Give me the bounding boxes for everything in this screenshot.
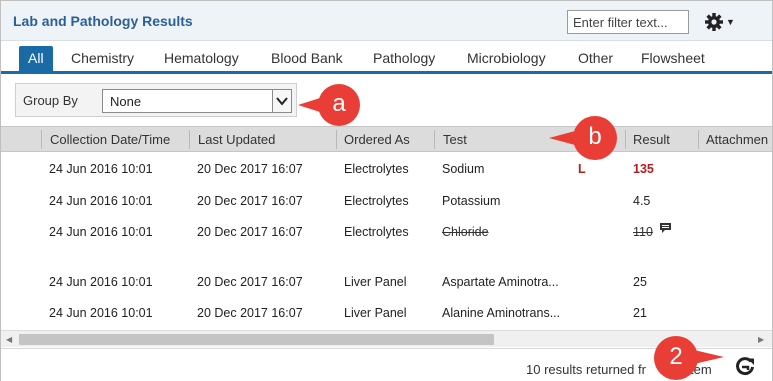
cell-collection: 24 Jun 2016 10:01 <box>49 225 153 239</box>
cell-ordered-as: Electrolytes <box>344 225 409 239</box>
cell-collection: 24 Jun 2016 10:01 <box>49 306 153 320</box>
column-divider <box>189 130 190 149</box>
cell-test: Chloride <box>442 225 489 239</box>
callout-label: 2 <box>669 343 683 370</box>
filter-input[interactable] <box>567 10 689 34</box>
tab-pathology[interactable]: Pathology <box>373 50 435 66</box>
group-by-select[interactable]: None <box>102 89 292 113</box>
group-by-value: None <box>110 94 142 109</box>
abnormal-flag: L <box>578 162 586 176</box>
panel-title: Lab and Pathology Results <box>13 13 193 29</box>
group-by-label: Group By <box>23 93 78 108</box>
cell-result: 21 <box>633 306 647 320</box>
table-row[interactable]: 24 Jun 2016 10:01 20 Dec 2017 16:07 Elec… <box>1 216 772 264</box>
cell-ordered-as: Liver Panel <box>344 306 407 320</box>
callout-pointer <box>298 98 320 112</box>
callout-pointer <box>549 131 575 145</box>
column-attachments[interactable]: Attachmen <box>706 132 768 147</box>
tab-other[interactable]: Other <box>578 50 613 66</box>
column-result[interactable]: Result <box>633 132 670 147</box>
tab-all[interactable]: All <box>19 46 53 71</box>
scrollbar-thumb[interactable] <box>19 334 494 345</box>
cell-collection: 24 Jun 2016 10:01 <box>49 162 153 176</box>
cell-result: 110 <box>633 225 653 239</box>
column-divider <box>698 130 699 149</box>
callout-a: a <box>298 84 360 126</box>
tab-blood-bank[interactable]: Blood Bank <box>271 50 343 66</box>
tab-microbiology[interactable]: Microbiology <box>467 50 546 66</box>
lab-results-panel: Lab and Pathology Results Enter filter t… <box>0 0 773 381</box>
table-row[interactable]: 24 Jun 2016 10:01 20 Dec 2017 16:07 Elec… <box>1 153 772 185</box>
cell-updated: 20 Dec 2017 16:07 <box>197 275 303 289</box>
cell-updated: 20 Dec 2017 16:07 <box>197 225 303 239</box>
results-table-header: Collection Date/Time Last Updated Ordere… <box>1 126 772 152</box>
tab-flowsheet[interactable]: Flowsheet <box>641 50 705 66</box>
cell-ordered-as: Liver Panel <box>344 275 407 289</box>
caret-down-icon: ▼ <box>726 17 735 27</box>
column-divider <box>336 130 337 149</box>
column-test[interactable]: Test <box>443 132 467 147</box>
tab-hematology[interactable]: Hematology <box>164 50 239 66</box>
group-by-bar: Group By None <box>1 77 772 123</box>
category-tabs: All Chemistry Hematology Blood Bank Path… <box>1 42 772 74</box>
cell-test: Aspartate Aminotra... <box>442 275 559 289</box>
table-row[interactable]: 24 Jun 2016 10:01 20 Dec 2017 16:07 Live… <box>1 266 772 298</box>
column-divider <box>434 130 435 149</box>
cell-test: Potassium <box>442 194 501 208</box>
panel-header: Lab and Pathology Results Enter filter t… <box>1 1 772 41</box>
callout-label: a <box>332 90 346 117</box>
cell-ordered-as: Electrolytes <box>344 162 409 176</box>
column-last-updated[interactable]: Last Updated <box>198 132 275 147</box>
cell-test: Sodium <box>442 162 485 176</box>
cell-collection: 24 Jun 2016 10:01 <box>49 275 153 289</box>
cell-updated: 20 Dec 2017 16:07 <box>197 194 303 208</box>
column-divider <box>41 130 42 149</box>
cell-result: 4.5 <box>633 194 651 208</box>
scroll-right-icon[interactable]: ▶ <box>758 335 764 344</box>
gear-icon <box>704 12 724 32</box>
cell-updated: 20 Dec 2017 16:07 <box>197 306 303 320</box>
results-status: 10 results returned fr <box>526 362 646 377</box>
column-ordered-as[interactable]: Ordered As <box>344 132 410 147</box>
cell-ordered-as: Electrolytes <box>344 194 409 208</box>
cell-updated: 20 Dec 2017 16:07 <box>197 162 303 176</box>
settings-menu-button[interactable]: ▼ <box>704 10 744 34</box>
cell-test: Alanine Aminotrans... <box>442 306 561 320</box>
tab-chemistry[interactable]: Chemistry <box>71 50 134 66</box>
comment-icon[interactable] <box>659 222 672 237</box>
chevron-down-icon[interactable] <box>272 90 291 112</box>
cell-result: 25 <box>633 275 647 289</box>
callout-2: 2 <box>654 336 730 380</box>
cell-collection: 24 Jun 2016 10:01 <box>49 194 153 208</box>
cell-result: 135 <box>633 162 654 176</box>
callout-pointer <box>694 350 724 364</box>
column-collection-datetime[interactable]: Collection Date/Time <box>50 132 170 147</box>
table-row[interactable]: 24 Jun 2016 10:01 20 Dec 2017 16:07 Elec… <box>1 185 772 217</box>
refresh-icon[interactable] <box>734 355 756 377</box>
callout-label: b <box>588 123 602 150</box>
group-by-control: Group By None <box>15 83 297 117</box>
callout-b: b <box>549 116 627 160</box>
table-row[interactable]: 24 Jun 2016 10:01 20 Dec 2017 16:07 Live… <box>1 297 772 329</box>
scroll-left-icon[interactable]: ◀ <box>6 335 12 344</box>
